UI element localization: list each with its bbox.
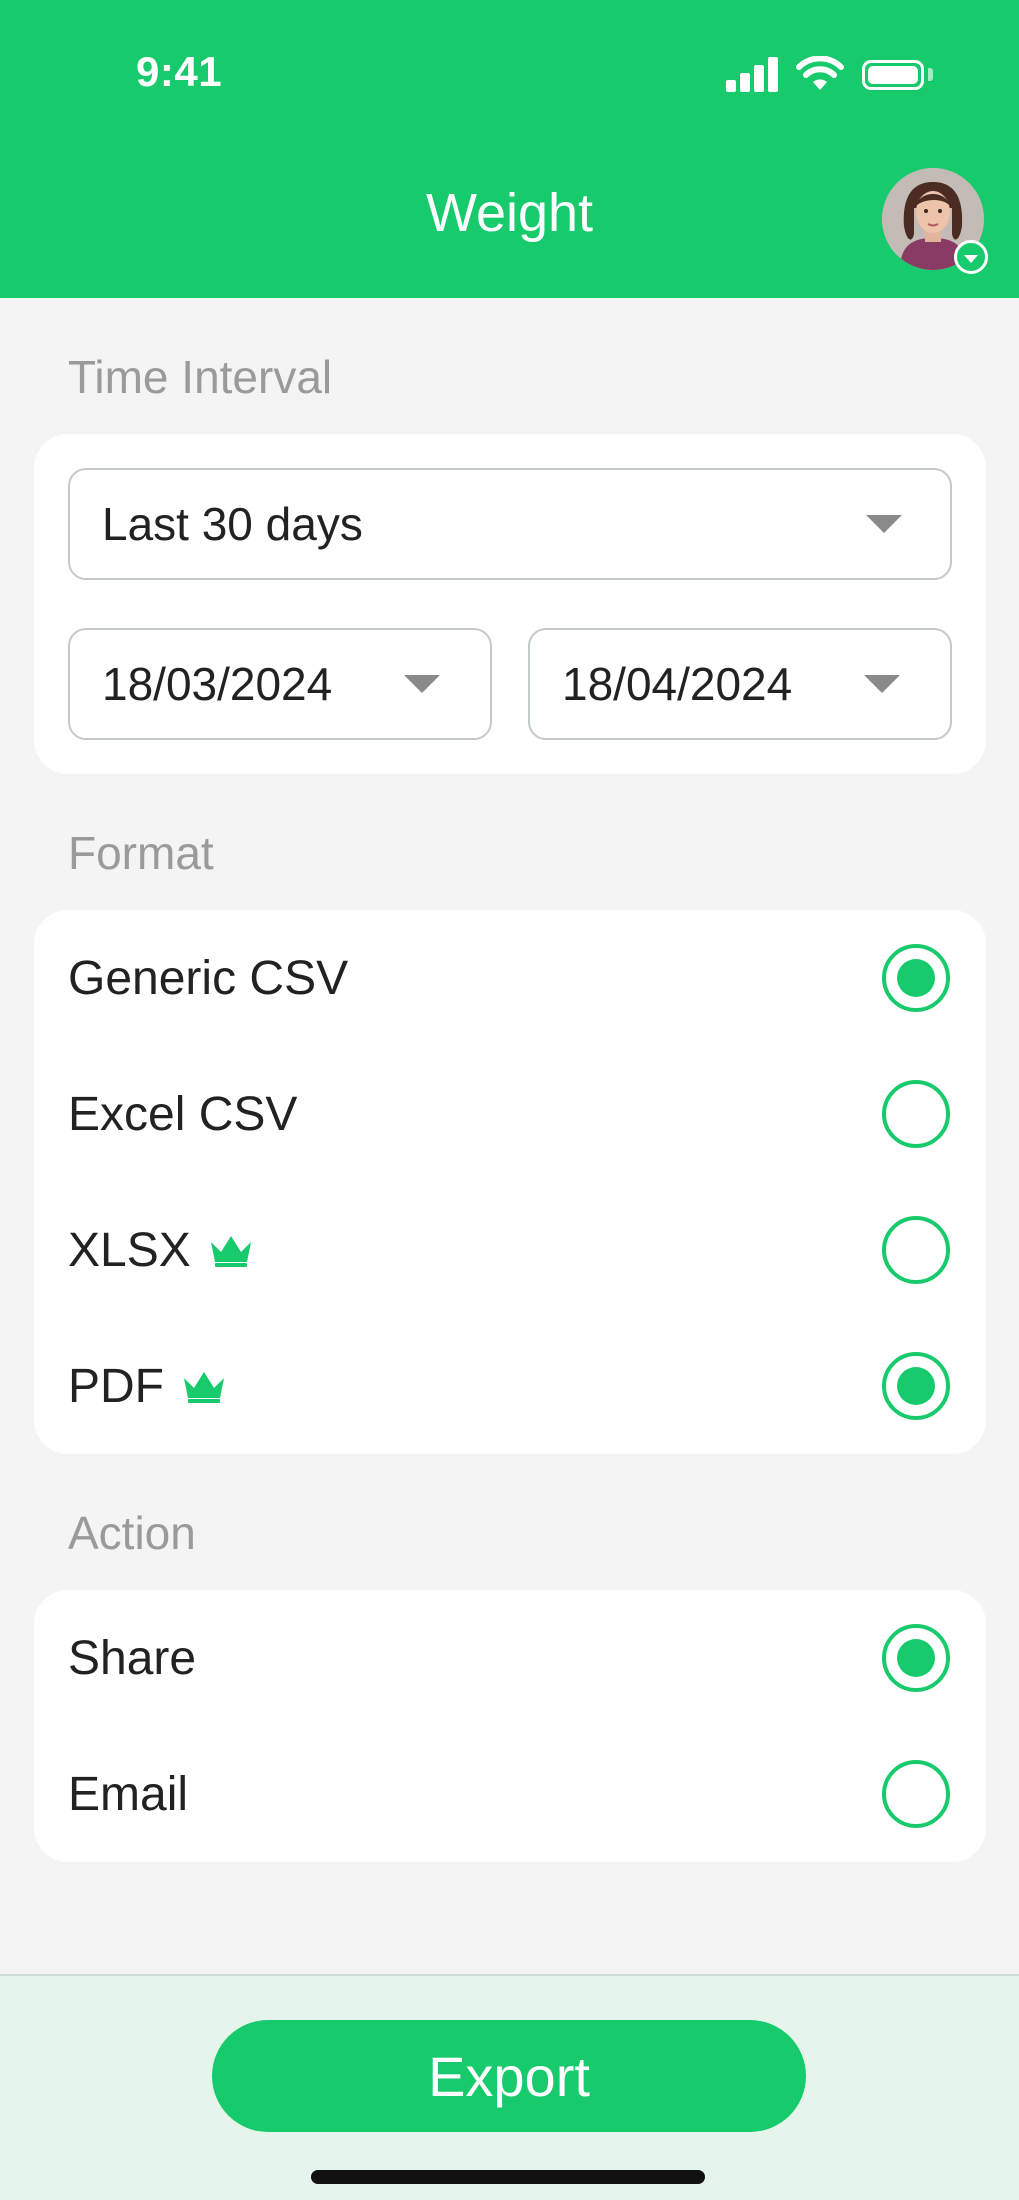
premium-crown-icon (210, 1236, 251, 1267)
chevron-down-icon (954, 240, 988, 274)
format-radio-pdf[interactable] (882, 1352, 950, 1420)
format-option-pdf[interactable]: PDF (34, 1318, 986, 1454)
radio-selected-dot (897, 1367, 935, 1405)
battery-icon (862, 60, 924, 90)
home-indicator (311, 2170, 705, 2184)
action-radio-share[interactable] (882, 1624, 950, 1692)
action-option-share[interactable]: Share (34, 1590, 986, 1726)
format-option-generic-csv[interactable]: Generic CSV (34, 910, 986, 1046)
caret-down-icon (864, 675, 900, 693)
cellular-signal-icon (726, 56, 780, 92)
radio-selected-dot (897, 1639, 935, 1677)
format-radio-generic-csv[interactable] (882, 944, 950, 1012)
time-interval-heading: Time Interval (68, 351, 333, 403)
caret-down-icon (866, 515, 902, 533)
format-option-excel-csv[interactable]: Excel CSV (34, 1046, 986, 1182)
start-date-dropdown[interactable]: 18/03/2024 (68, 628, 492, 740)
radio-selected-dot (897, 959, 935, 997)
wifi-icon (796, 56, 844, 90)
interval-preset-dropdown[interactable]: Last 30 days (68, 468, 952, 580)
caret-down-icon (404, 675, 440, 693)
action-option-email[interactable]: Email (34, 1726, 986, 1862)
format-option-label: Generic CSV (68, 951, 349, 1005)
action-option-label: Email (68, 1767, 189, 1821)
action-option-label: Share (68, 1631, 197, 1685)
interval-preset-value: Last 30 days (102, 498, 363, 550)
end-date-dropdown[interactable]: 18/04/2024 (528, 628, 952, 740)
format-option-label: PDF (68, 1359, 164, 1413)
bottom-action-bar: Export (0, 1974, 1019, 2200)
format-option-label: XLSX (68, 1223, 191, 1277)
format-option-xlsx[interactable]: XLSX (34, 1182, 986, 1318)
action-card: Share Email (34, 1590, 986, 1862)
format-radio-excel-csv[interactable] (882, 1080, 950, 1148)
page-title: Weight (425, 183, 594, 243)
format-radio-xlsx[interactable] (882, 1216, 950, 1284)
action-heading: Action (68, 1507, 196, 1559)
app-header: 9:41 Weight (0, 0, 1019, 298)
status-time: 9:41 (136, 48, 223, 95)
start-date-value: 18/03/2024 (102, 658, 333, 710)
export-button[interactable]: Export (212, 2020, 806, 2132)
action-radio-email[interactable] (882, 1760, 950, 1828)
end-date-value: 18/04/2024 (562, 658, 793, 710)
format-option-label: Excel CSV (68, 1087, 298, 1141)
time-interval-card: Last 30 days 18/03/2024 18/04/2024 (34, 434, 986, 774)
profile-avatar[interactable] (882, 168, 988, 274)
premium-crown-icon (184, 1372, 224, 1403)
format-card: Generic CSV Excel CSV XLSX PDF (34, 910, 986, 1454)
format-heading: Format (68, 827, 214, 879)
